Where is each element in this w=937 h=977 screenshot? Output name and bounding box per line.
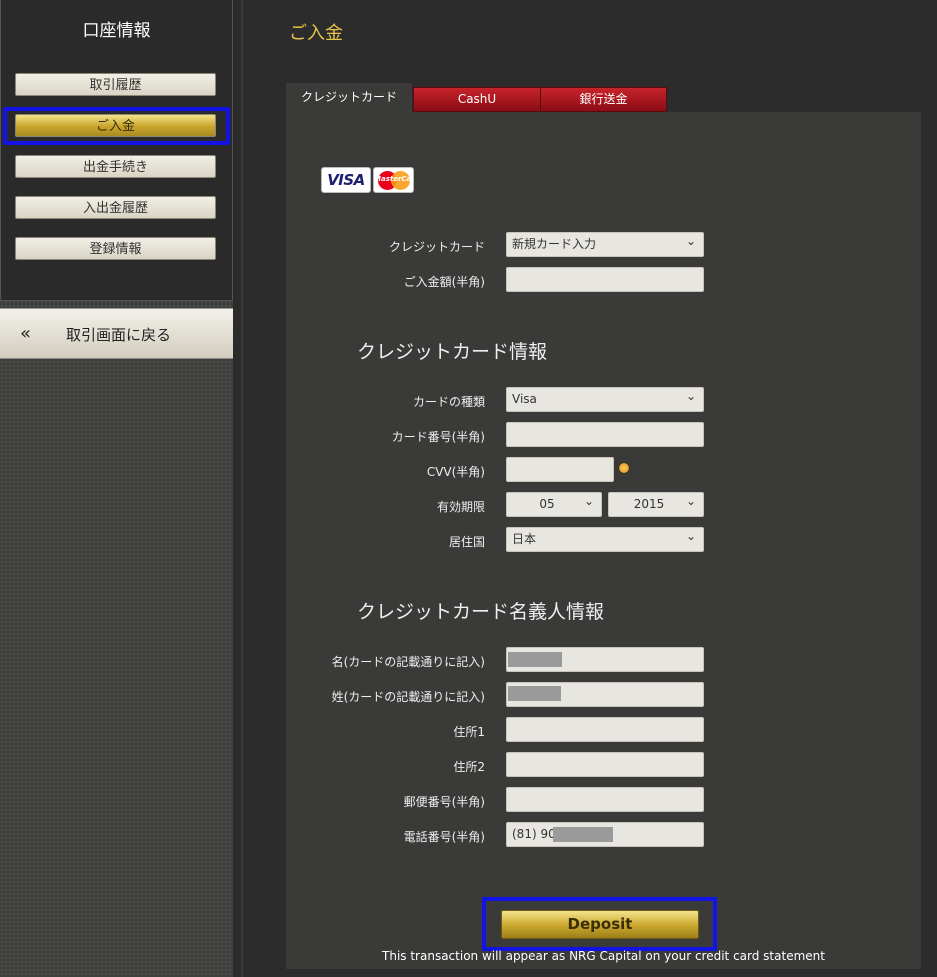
highlight-box-deposit xyxy=(482,897,717,951)
cvv-label: CVV(半角) xyxy=(426,465,485,479)
country-select[interactable]: 日本 xyxy=(506,525,704,552)
amount-label: ご入金額(半角) xyxy=(403,275,485,289)
first-name-label: 名(カードの記載通りに記入) xyxy=(331,655,485,669)
card-info-heading: クレジットカード情報 xyxy=(357,341,548,363)
back-to-trading-button[interactable]: « 取引画面に戻る xyxy=(0,308,233,359)
visa-logo: VISA xyxy=(321,167,371,193)
transaction-note: This transaction will appear as NRG Capi… xyxy=(382,949,825,963)
phone-label: 電話番号(半角) xyxy=(403,830,485,844)
sidebar-item-trade-history[interactable]: 取引履歴 xyxy=(15,73,216,96)
address1-label: 住所1 xyxy=(453,725,485,739)
cvv-help-icon[interactable] xyxy=(619,463,629,473)
card-number-input[interactable] xyxy=(506,422,704,447)
card-type-select[interactable]: Visa xyxy=(506,385,704,412)
redacted-phone xyxy=(553,827,613,842)
address1-input[interactable] xyxy=(506,717,704,742)
back-to-trading-label: 取引画面に戻る xyxy=(66,326,172,344)
redacted-last-name xyxy=(508,686,561,701)
mastercard-logo: MasterCard xyxy=(373,167,414,193)
credit-card-label: クレジットカード xyxy=(388,240,485,254)
sidebar-item-registration-info[interactable]: 登録情報 xyxy=(15,237,216,260)
tab-credit-card[interactable]: クレジットカード xyxy=(286,83,412,112)
amount-input[interactable] xyxy=(506,267,704,292)
expiry-month-select[interactable]: 05 xyxy=(506,490,602,517)
left-sidebar: 口座情報 取引履歴 ご入金 出金手続き 入出金履歴 登録情報 « 取引画面に戻る xyxy=(0,0,233,977)
card-type-label: カードの種類 xyxy=(412,395,485,409)
credit-card-select[interactable]: 新規カード入力 xyxy=(506,230,704,257)
last-name-label: 姓(カードの記載通りに記入) xyxy=(331,690,485,704)
highlight-box-sidebar-deposit xyxy=(3,107,230,145)
address2-label: 住所2 xyxy=(453,760,485,774)
tab-bank-transfer[interactable]: 銀行送金 xyxy=(540,87,667,112)
postal-code-label: 郵便番号(半角) xyxy=(403,795,485,809)
sidebar-item-withdrawal[interactable]: 出金手続き xyxy=(15,155,216,178)
expiry-label: 有効期限 xyxy=(436,500,485,514)
account-info-title: 口座情報 xyxy=(82,21,151,41)
country-label: 居住国 xyxy=(448,535,485,549)
cardholder-info-heading: クレジットカード名義人情報 xyxy=(357,601,605,623)
expiry-year-select[interactable]: 2015 xyxy=(608,490,704,517)
sidebar-item-deposit-withdrawal-history[interactable]: 入出金履歴 xyxy=(15,196,216,219)
redacted-first-name xyxy=(508,652,562,667)
page-title: ご入金 xyxy=(289,23,343,44)
address2-input[interactable] xyxy=(506,752,704,777)
card-number-label: カード番号(半角) xyxy=(391,430,485,444)
double-chevron-left-icon: « xyxy=(20,323,32,344)
postal-code-input[interactable] xyxy=(506,787,704,812)
tab-cashu[interactable]: CashU xyxy=(413,87,541,112)
cvv-input[interactable] xyxy=(506,457,614,482)
